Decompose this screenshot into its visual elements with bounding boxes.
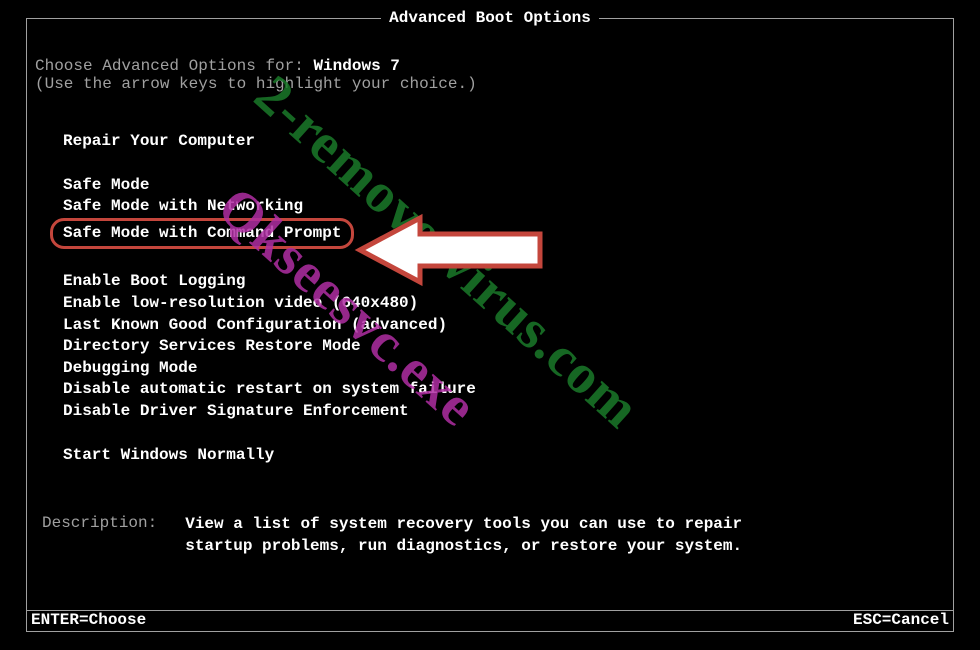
window-border: Advanced Boot Options Choose Advanced Op…: [26, 18, 954, 632]
content-area: Choose Advanced Options for: Windows 7 (…: [27, 27, 953, 557]
window-title: Advanced Boot Options: [381, 9, 599, 27]
description-line: startup problems, run diagnostics, or re…: [185, 536, 742, 558]
footer-enter: ENTER=Choose: [31, 611, 146, 629]
option-boot-logging[interactable]: Enable Boot Logging: [53, 271, 255, 293]
option-group: Repair Your Computer: [53, 131, 945, 153]
option-group: Safe Mode Safe Mode with Networking Safe…: [53, 175, 945, 250]
os-name: Windows 7: [313, 57, 399, 75]
option-safe-mode-networking[interactable]: Safe Mode with Networking: [53, 196, 313, 218]
option-group: Start Windows Normally: [53, 445, 945, 467]
description-line: View a list of system recovery tools you…: [185, 514, 742, 536]
footer-bar: ENTER=Choose ESC=Cancel: [27, 610, 953, 631]
hint-line: (Use the arrow keys to highlight your ch…: [35, 75, 945, 93]
option-group: Enable Boot Logging Enable low-resolutio…: [53, 271, 945, 422]
option-start-normally[interactable]: Start Windows Normally: [53, 445, 284, 467]
choose-label: Choose Advanced Options for:: [35, 57, 313, 75]
option-debugging[interactable]: Debugging Mode: [53, 358, 207, 380]
option-repair[interactable]: Repair Your Computer: [53, 131, 265, 153]
options-section: Repair Your Computer Safe Mode Safe Mode…: [35, 131, 945, 466]
option-ds-restore[interactable]: Directory Services Restore Mode: [53, 336, 371, 358]
description-block: Description: View a list of system recov…: [42, 514, 945, 557]
description-text: View a list of system recovery tools you…: [185, 514, 742, 557]
option-last-known-good[interactable]: Last Known Good Configuration (advanced): [53, 315, 457, 337]
footer-esc: ESC=Cancel: [853, 611, 949, 629]
choose-line: Choose Advanced Options for: Windows 7: [35, 57, 945, 75]
option-safe-mode-cmd[interactable]: Safe Mode with Command Prompt: [50, 218, 354, 250]
option-safe-mode[interactable]: Safe Mode: [53, 175, 159, 197]
title-wrap: Advanced Boot Options: [27, 9, 953, 27]
description-label: Description:: [42, 514, 157, 557]
option-disable-driver-sig[interactable]: Disable Driver Signature Enforcement: [53, 401, 419, 423]
option-disable-auto-restart[interactable]: Disable automatic restart on system fail…: [53, 379, 486, 401]
option-low-res[interactable]: Enable low-resolution video (640x480): [53, 293, 428, 315]
